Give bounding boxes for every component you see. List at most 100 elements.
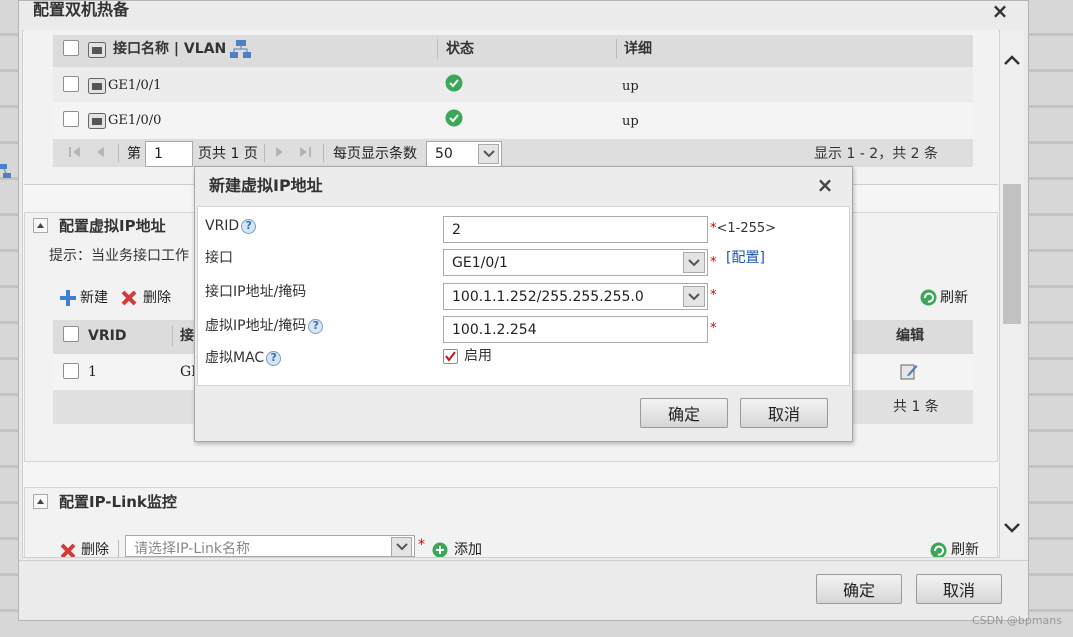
vrid-range-text: <1-255> <box>716 221 777 236</box>
vip-total: 共 1 条 <box>893 399 939 415</box>
detail-cell: up <box>622 114 639 129</box>
iplink-select[interactable]: 请选择IP-Link名称 <box>125 535 415 557</box>
required-mark: * <box>710 321 717 336</box>
collapse-icon[interactable] <box>33 218 48 233</box>
interface-ip-mask-value: 100.1.1.252/255.255.255.0 <box>452 288 644 305</box>
column-divider <box>437 39 438 59</box>
virtual-mac-label-text: 虚拟MAC <box>205 350 265 366</box>
pager-divider <box>323 144 324 162</box>
collapse-icon[interactable] <box>33 494 48 509</box>
virtual-mac-enable-label: 启用 <box>464 348 492 364</box>
iplink-refresh-button[interactable]: 刷新 <box>951 541 979 557</box>
required-mark: * <box>418 537 425 553</box>
interface-icon <box>88 113 106 129</box>
prev-page-icon[interactable] <box>94 145 106 159</box>
row-checkbox[interactable] <box>63 76 79 92</box>
vip-dialog-close-button[interactable]: × <box>814 174 836 196</box>
interface-name-cell: GE1/0/0 <box>108 113 162 128</box>
next-page-icon[interactable] <box>274 145 286 159</box>
scrollbar-thumb[interactable] <box>1003 184 1021 324</box>
outer-close-button[interactable]: × <box>990 0 1010 22</box>
virtual-ip-label-text: 虚拟IP地址/掩码 <box>205 318 307 334</box>
vip-section-title: 配置虚拟IP地址 <box>59 217 166 235</box>
interface-icon <box>88 78 106 94</box>
vip-dialog-title: 新建虚拟IP地址 <box>209 176 323 195</box>
vrid-range-hint: *<1-255> <box>710 221 776 237</box>
vip-dialog-ok-button[interactable]: 确定 <box>640 398 728 428</box>
vip-dialog-cancel-button[interactable]: 取消 <box>740 398 828 428</box>
edit-header: 编辑 <box>896 328 924 344</box>
first-page-icon[interactable] <box>68 145 82 159</box>
status-ok-icon <box>445 109 463 127</box>
per-page-label: 每页显示条数 <box>333 146 417 162</box>
virtual-ip-input[interactable]: 100.1.2.254 <box>443 316 708 343</box>
page-number-input[interactable]: 1 <box>145 141 193 167</box>
virtual-mac-enable-checkbox[interactable] <box>443 349 458 364</box>
interface-ip-mask-select[interactable]: 100.1.1.252/255.255.255.0 <box>443 283 708 310</box>
interface-name-header: 接口名称 | VLAN <box>113 41 227 57</box>
help-icon[interactable]: ? <box>266 350 282 366</box>
vrid-label-text: VRID <box>205 218 240 234</box>
chevron-down-icon[interactable] <box>683 286 705 307</box>
pager-divider <box>264 144 265 162</box>
delete-icon[interactable] <box>60 543 76 557</box>
help-icon[interactable]: ? <box>308 318 324 334</box>
interface-config-link[interactable]: [配置] <box>726 249 765 267</box>
per-page-value: 50 <box>435 146 453 162</box>
interface-ip-mask-label: 接口IP地址/掩码 <box>205 284 307 300</box>
outer-cancel-button[interactable]: 取消 <box>916 574 1002 604</box>
detail-cell: up <box>622 79 639 94</box>
add-icon[interactable] <box>59 289 77 307</box>
background-network-icon <box>0 162 12 180</box>
table-row[interactable] <box>53 103 973 138</box>
select-all-vip-checkbox[interactable] <box>63 326 79 342</box>
interface-select[interactable]: GE1/0/1 <box>443 249 708 276</box>
new-button[interactable]: 新建 <box>80 288 108 308</box>
pager-divider <box>118 144 119 162</box>
toolbar-divider <box>118 540 119 557</box>
add-icon[interactable] <box>432 542 448 557</box>
vlan-network-icon[interactable] <box>230 40 252 58</box>
interface-icon <box>88 42 106 58</box>
iplink-add-button[interactable]: 添加 <box>454 541 482 557</box>
delete-icon[interactable] <box>121 290 137 306</box>
select-all-interfaces-checkbox[interactable] <box>63 40 79 56</box>
refresh-button[interactable]: 刷新 <box>940 288 968 308</box>
interface-label: 接口 <box>205 250 233 266</box>
status-header: 状态 <box>446 41 474 57</box>
table-row[interactable] <box>53 67 973 102</box>
iplink-delete-button[interactable]: 删除 <box>81 541 109 557</box>
pager-summary: 显示 1 - 2，共 2 条 <box>814 146 939 162</box>
required-mark: * <box>710 255 717 270</box>
page-suffix: 页共 1 页 <box>198 146 258 162</box>
refresh-icon[interactable] <box>920 289 937 306</box>
required-mark: * <box>710 288 717 303</box>
last-page-icon[interactable] <box>298 145 312 159</box>
edit-icon[interactable] <box>900 362 918 380</box>
outer-dialog-title: 配置双机热备 <box>33 0 130 19</box>
chevron-down-icon[interactable] <box>683 252 705 273</box>
row-checkbox[interactable] <box>63 363 79 379</box>
column-divider <box>616 39 617 59</box>
iplink-section-title: 配置IP-Link监控 <box>59 493 177 511</box>
refresh-icon[interactable] <box>930 542 947 557</box>
vrid-header: VRID <box>88 328 127 344</box>
outer-ok-button[interactable]: 确定 <box>816 574 902 604</box>
vrid-label: VRID? <box>205 217 257 235</box>
interface-name-cell: GE1/0/1 <box>108 78 162 93</box>
help-icon[interactable]: ? <box>241 218 257 234</box>
scroll-down-icon[interactable] <box>1000 516 1024 540</box>
chevron-down-icon[interactable] <box>478 144 499 164</box>
vip-section-hint: 提示：当业务接口工作 <box>49 248 189 264</box>
chevron-down-icon[interactable] <box>391 537 412 557</box>
status-ok-icon <box>445 74 463 92</box>
page-prefix: 第 <box>127 146 141 162</box>
row-checkbox[interactable] <box>63 111 79 127</box>
watermark: CSDN @bpmans <box>972 614 1062 627</box>
scroll-up-icon[interactable] <box>1000 48 1024 72</box>
vrid-input[interactable]: 2 <box>443 216 708 243</box>
virtual-mac-label: 虚拟MAC? <box>205 349 282 367</box>
column-divider <box>172 326 173 346</box>
delete-button[interactable]: 删除 <box>143 288 171 308</box>
virtual-ip-label: 虚拟IP地址/掩码? <box>205 317 324 335</box>
